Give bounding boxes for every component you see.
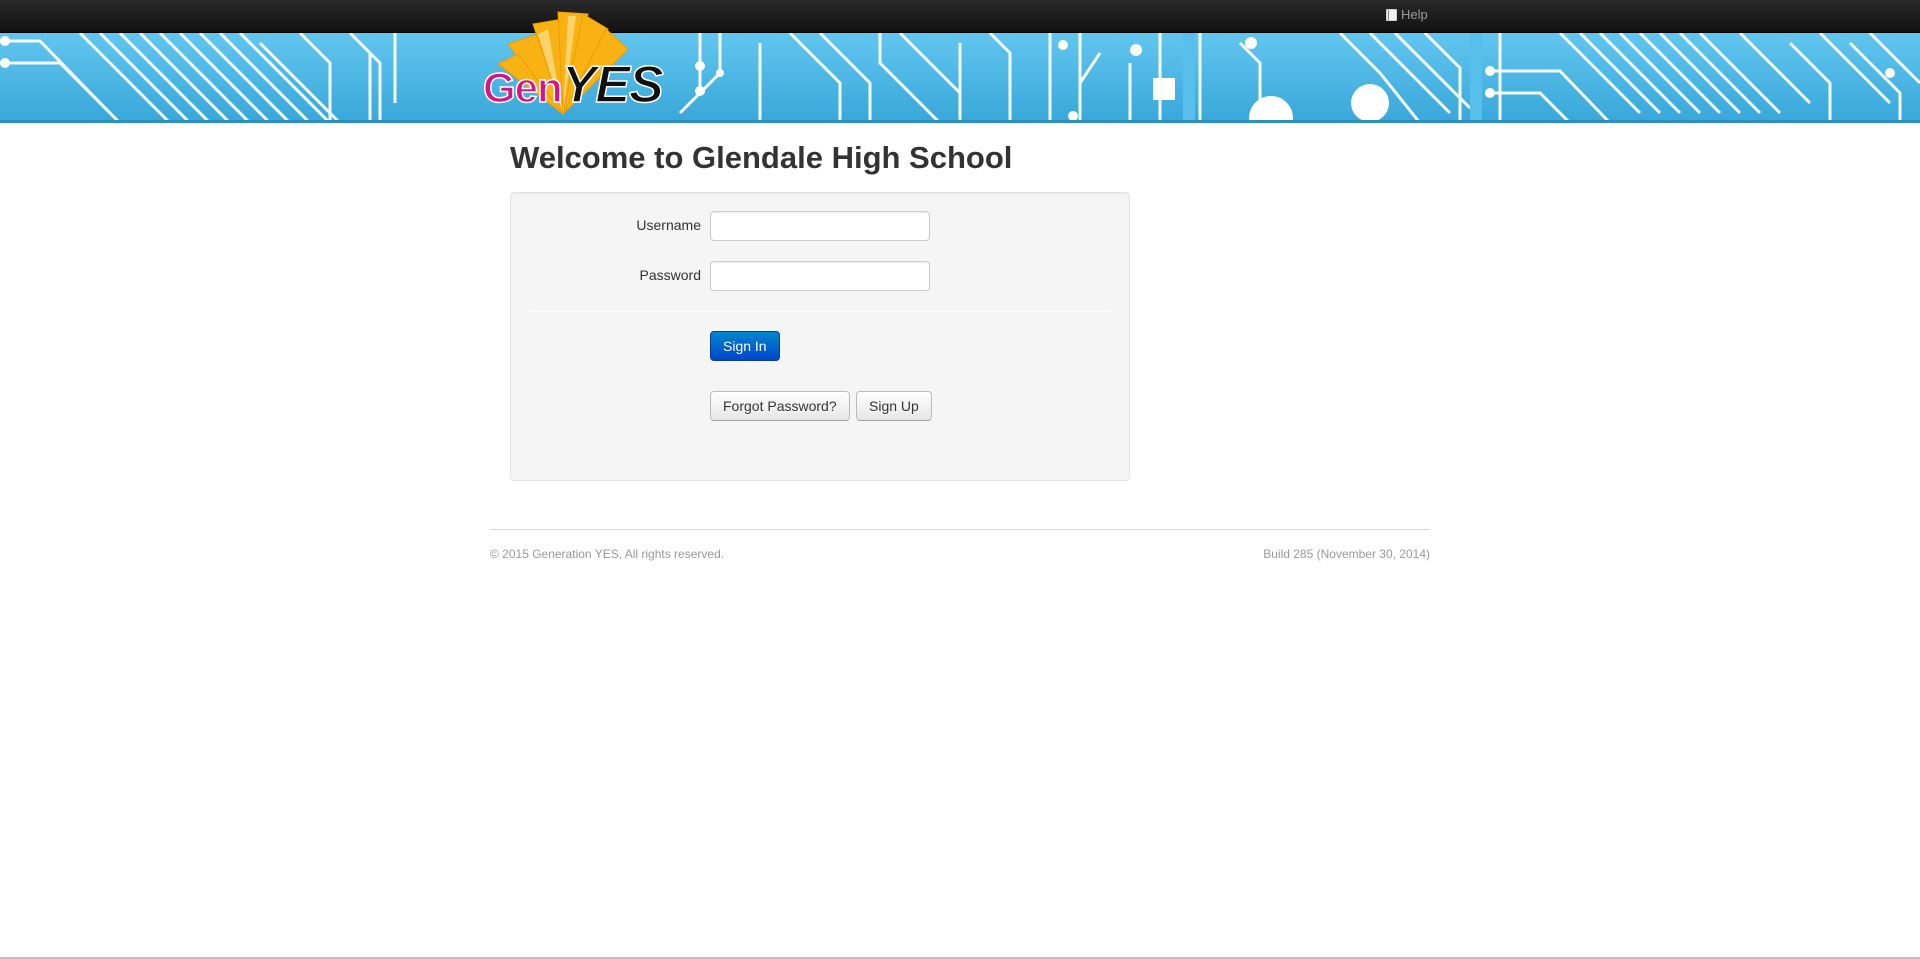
help-label: Help: [1401, 7, 1428, 22]
genyes-logo[interactable]: GenYES: [482, 55, 665, 115]
page-title: Welcome to Glendale High School: [510, 140, 1013, 175]
logo-yes-text: YES: [561, 55, 665, 115]
build-info: Build 285 (November 30, 2014): [1263, 547, 1430, 561]
password-input[interactable]: [710, 261, 930, 291]
username-label: Username: [636, 217, 701, 233]
form-divider: [530, 311, 1110, 312]
circuit-pattern: [0, 33, 1920, 123]
password-label: Password: [639, 267, 701, 283]
book-icon: [1386, 8, 1397, 21]
sign-in-button[interactable]: Sign In: [710, 331, 780, 361]
banner-bottom-strip: [0, 120, 1920, 123]
username-input[interactable]: [710, 211, 930, 241]
login-form-panel: Username Password Sign In Forgot Passwor…: [510, 192, 1130, 481]
forgot-password-button[interactable]: Forgot Password?: [710, 391, 850, 421]
copyright-text: © 2015 Generation YES, All rights reserv…: [490, 547, 725, 561]
help-link[interactable]: Help: [1386, 7, 1428, 22]
circuit-banner: [0, 33, 1920, 123]
sign-up-button[interactable]: Sign Up: [856, 391, 932, 421]
logo-gen-text: Gen: [482, 63, 563, 112]
top-navbar: Help: [0, 0, 1920, 33]
footer-divider: [490, 529, 1430, 530]
